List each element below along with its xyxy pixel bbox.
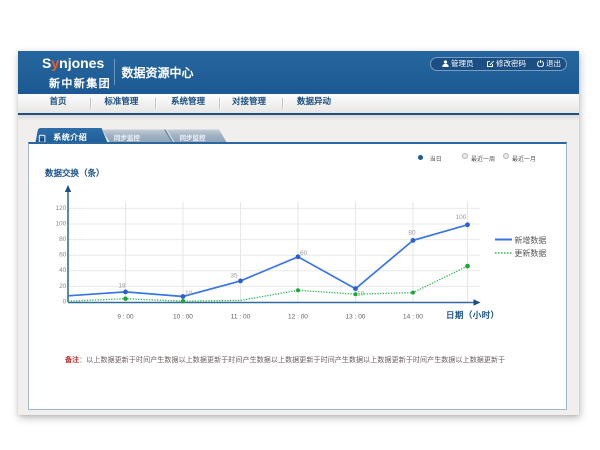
svg-text:10: 10 — [357, 291, 365, 298]
svg-text:20: 20 — [59, 283, 67, 290]
svg-text:10 : 00: 10 : 00 — [173, 313, 193, 320]
svg-text:13 : 00: 13 : 00 — [346, 313, 366, 320]
svg-text:35: 35 — [230, 273, 238, 280]
svg-text:10: 10 — [185, 290, 193, 297]
svg-text:100: 100 — [456, 214, 467, 221]
svg-text:120: 120 — [55, 205, 66, 212]
svg-text:60: 60 — [59, 252, 67, 259]
svg-text:0: 0 — [63, 298, 67, 305]
svg-text:12 : 00: 12 : 00 — [288, 313, 308, 320]
svg-text:40: 40 — [59, 267, 67, 274]
svg-text:9 : 00: 9 : 00 — [117, 313, 134, 320]
svg-text:100: 100 — [55, 220, 66, 227]
svg-text:60: 60 — [300, 250, 308, 257]
svg-text:80: 80 — [408, 230, 416, 237]
svg-text:18: 18 — [118, 283, 126, 290]
svg-text:14 : 00: 14 : 00 — [403, 313, 423, 320]
svg-text:11 : 00: 11 : 00 — [231, 313, 251, 320]
svg-text:80: 80 — [59, 236, 67, 243]
